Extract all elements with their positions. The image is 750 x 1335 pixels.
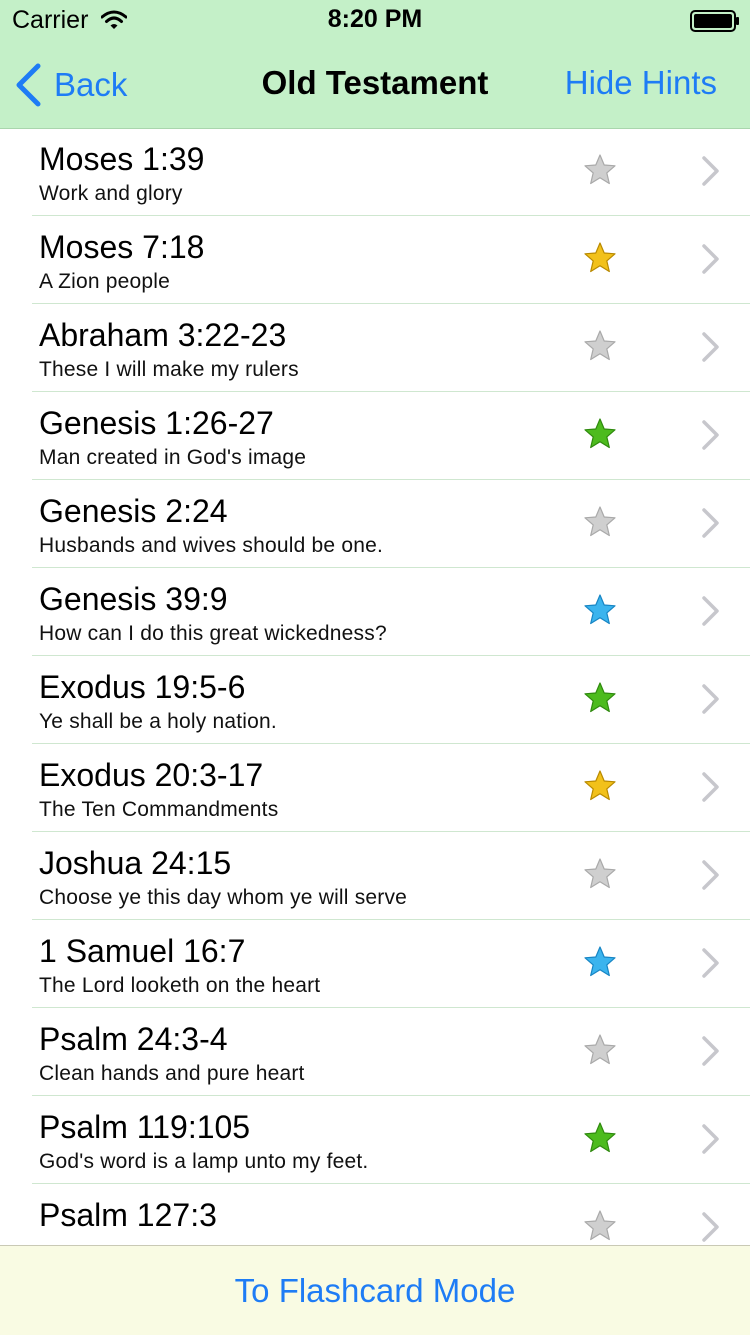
verse-reference: Psalm 127:3 bbox=[39, 1197, 217, 1233]
chevron-right-icon bbox=[702, 772, 719, 802]
verse-reference: 1 Samuel 16:7 bbox=[39, 933, 246, 969]
verse-hint: The Ten Commandments bbox=[39, 798, 279, 821]
verse-hint: These I will make my rulers bbox=[39, 358, 299, 381]
chevron-right-icon bbox=[702, 1212, 719, 1242]
star-icon[interactable] bbox=[583, 1033, 617, 1067]
verse-reference: Genesis 1:26-27 bbox=[39, 405, 274, 441]
verse-hint: Ye shall be a holy nation. bbox=[39, 710, 277, 733]
list-item[interactable]: Moses 7:18 A Zion people bbox=[32, 216, 750, 304]
chevron-right-icon bbox=[702, 1124, 719, 1154]
chevron-right-icon bbox=[702, 508, 719, 538]
chevron-right-icon bbox=[702, 860, 719, 890]
verse-reference: Moses 7:18 bbox=[39, 229, 205, 265]
star-icon[interactable] bbox=[583, 857, 617, 891]
flashcard-mode-button[interactable]: To Flashcard Mode bbox=[0, 1272, 750, 1310]
verse-list: Moses 1:39 Work and glory Moses 7:18 A Z… bbox=[0, 128, 750, 1245]
verse-hint: A Zion people bbox=[39, 270, 171, 293]
star-icon[interactable] bbox=[583, 769, 617, 803]
list-item[interactable]: Abraham 3:22-23 These I will make my rul… bbox=[32, 304, 750, 392]
verse-hint: The Lord looketh on the heart bbox=[39, 974, 321, 997]
star-icon[interactable] bbox=[583, 153, 617, 187]
verse-hint: Work and glory bbox=[39, 182, 183, 205]
verse-hint: Husbands and wives should be one. bbox=[39, 534, 383, 557]
verse-reference: Moses 1:39 bbox=[39, 141, 205, 177]
chevron-right-icon bbox=[702, 596, 719, 626]
verse-reference: Exodus 20:3-17 bbox=[39, 757, 264, 793]
verse-reference: Genesis 2:24 bbox=[39, 493, 228, 529]
verse-reference: Joshua 24:15 bbox=[39, 845, 232, 881]
chevron-right-icon bbox=[702, 420, 719, 450]
star-icon[interactable] bbox=[583, 241, 617, 275]
star-icon[interactable] bbox=[583, 1209, 617, 1243]
verse-reference: Psalm 119:105 bbox=[39, 1109, 251, 1145]
list-item[interactable]: Genesis 2:24 Husbands and wives should b… bbox=[32, 480, 750, 568]
verse-reference: Abraham 3:22-23 bbox=[39, 317, 287, 353]
verse-hint: Clean hands and pure heart bbox=[39, 1062, 305, 1085]
status-time: 8:20 PM bbox=[327, 5, 423, 33]
star-icon[interactable] bbox=[583, 681, 617, 715]
verse-reference: Genesis 39:9 bbox=[39, 581, 228, 617]
list-item[interactable]: Exodus 19:5-6 Ye shall be a holy nation. bbox=[32, 656, 750, 744]
list-item[interactable]: Joshua 24:15 Choose ye this day whom ye … bbox=[32, 832, 750, 920]
chevron-right-icon bbox=[702, 244, 719, 274]
list-item[interactable]: Genesis 39:9 How can I do this great wic… bbox=[32, 568, 750, 656]
list-item[interactable]: 1 Samuel 16:7 The Lord looketh on the he… bbox=[32, 920, 750, 1008]
list-item[interactable]: Genesis 1:26-27 Man created in God's ima… bbox=[32, 392, 750, 480]
list-item[interactable]: Psalm 119:105 God's word is a lamp unto … bbox=[32, 1096, 750, 1184]
chevron-right-icon bbox=[702, 1036, 719, 1066]
bottom-toolbar: To Flashcard Mode bbox=[0, 1245, 750, 1335]
star-icon[interactable] bbox=[583, 945, 617, 979]
star-icon[interactable] bbox=[583, 505, 617, 539]
verse-reference: Exodus 19:5-6 bbox=[39, 669, 246, 705]
verse-hint: How can I do this great wickedness? bbox=[39, 622, 387, 645]
status-bar: Carrier 8:20 PM bbox=[0, 0, 750, 40]
list-item[interactable]: Psalm 127:3 bbox=[32, 1184, 750, 1245]
chevron-right-icon bbox=[702, 156, 719, 186]
list-item[interactable]: Moses 1:39 Work and glory bbox=[32, 128, 750, 216]
star-icon[interactable] bbox=[583, 1121, 617, 1155]
list-item[interactable]: Psalm 24:3-4 Clean hands and pure heart bbox=[32, 1008, 750, 1096]
verse-reference: Psalm 24:3-4 bbox=[39, 1021, 228, 1057]
star-icon[interactable] bbox=[583, 417, 617, 451]
navigation-header: Carrier 8:20 PM Back Old Testament Hide … bbox=[0, 0, 750, 129]
battery-icon bbox=[690, 10, 739, 32]
chevron-right-icon bbox=[702, 948, 719, 978]
chevron-right-icon bbox=[702, 684, 719, 714]
hide-hints-button[interactable]: Hide Hints bbox=[565, 64, 717, 102]
star-icon[interactable] bbox=[583, 329, 617, 363]
list-item[interactable]: Exodus 20:3-17 The Ten Commandments bbox=[32, 744, 750, 832]
chevron-right-icon bbox=[702, 332, 719, 362]
verse-hint: God's word is a lamp unto my feet. bbox=[39, 1150, 369, 1173]
star-icon[interactable] bbox=[583, 593, 617, 627]
verse-hint: Choose ye this day whom ye will serve bbox=[39, 886, 408, 909]
verse-hint: Man created in God's image bbox=[39, 446, 307, 469]
